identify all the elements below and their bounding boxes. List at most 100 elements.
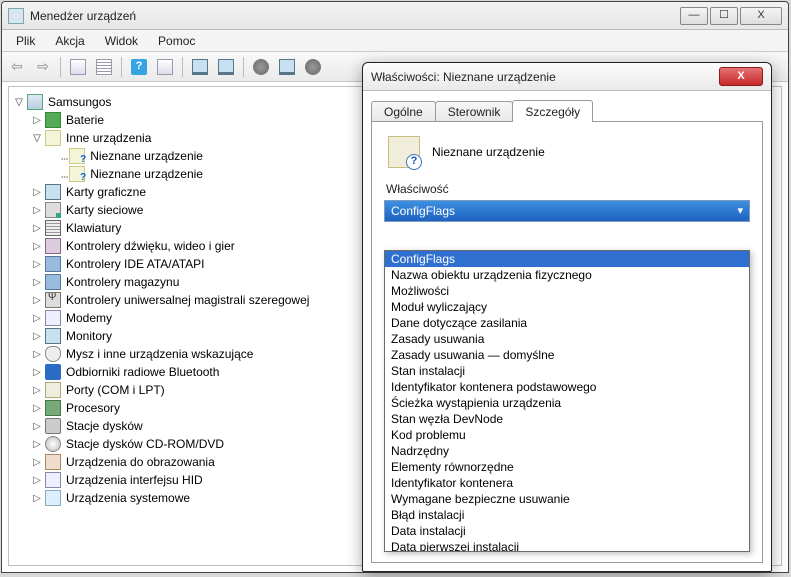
unk-icon <box>69 148 85 164</box>
tree-item-label: Mysz i inne urządzenia wskazujące <box>65 347 253 361</box>
tool-button-2[interactable] <box>302 56 324 78</box>
tab-driver[interactable]: Sterownik <box>435 101 514 122</box>
separator <box>121 57 122 77</box>
tree-item-label: Kontrolery uniwersalnej magistrali szere… <box>65 293 309 307</box>
tree-item-label: Kontrolery dźwięku, wideo i gier <box>65 239 235 253</box>
dropdown-option[interactable]: Kod problemu <box>385 427 749 443</box>
dropdown-option[interactable]: Stan węzła DevNode <box>385 411 749 427</box>
uninstall-button[interactable] <box>276 56 298 78</box>
usb-icon <box>45 292 61 308</box>
dropdown-option[interactable]: Data instalacji <box>385 523 749 539</box>
maximize-button[interactable]: ☐ <box>710 7 738 25</box>
property-combobox[interactable]: ConfigFlags <box>384 200 750 222</box>
expander-icon[interactable] <box>31 475 43 486</box>
expander-icon[interactable] <box>31 259 43 270</box>
menu-view[interactable]: Widok <box>95 32 148 50</box>
dropdown-option[interactable]: Stan instalacji <box>385 363 749 379</box>
tree-item-label: Monitory <box>65 329 112 343</box>
menu-action[interactable]: Akcja <box>45 32 94 50</box>
expander-icon[interactable] <box>31 367 43 378</box>
minimize-button[interactable]: — <box>680 7 708 25</box>
expander-icon[interactable] <box>31 313 43 324</box>
tool-button-1[interactable] <box>250 56 272 78</box>
cpu-icon <box>45 400 61 416</box>
expander-icon[interactable] <box>31 439 43 450</box>
sys-icon <box>45 490 61 506</box>
menu-help[interactable]: Pomoc <box>148 32 205 50</box>
expander-icon[interactable] <box>31 493 43 504</box>
help-button[interactable]: ? <box>128 56 150 78</box>
expander-icon[interactable] <box>31 421 43 432</box>
action-button[interactable] <box>154 56 176 78</box>
stor-icon <box>45 274 61 290</box>
separator <box>60 57 61 77</box>
dropdown-option[interactable]: Data pierwszej instalacji <box>385 539 749 552</box>
property-dropdown-list[interactable]: ConfigFlagsNazwa obiektu urządzenia fizy… <box>384 250 750 552</box>
show-hide-tree-button[interactable] <box>67 56 89 78</box>
expander-icon[interactable] <box>31 187 43 198</box>
tree-item-label: Nieznane urządzenie <box>89 149 203 163</box>
modem-icon <box>45 310 61 326</box>
cd-icon <box>45 436 61 452</box>
tree-item-label: Kontrolery IDE ATA/ATAPI <box>65 257 205 271</box>
disp-icon <box>45 328 61 344</box>
expander-icon[interactable] <box>31 277 43 288</box>
separator <box>182 57 183 77</box>
back-button[interactable] <box>6 56 28 78</box>
dropdown-option[interactable]: Możliwości <box>385 283 749 299</box>
tree-item-label: Baterie <box>65 113 104 127</box>
close-button[interactable]: X <box>740 7 782 25</box>
dropdown-option[interactable]: Błąd instalacji <box>385 507 749 523</box>
tree-item-label: Karty graficzne <box>65 185 146 199</box>
dropdown-option[interactable]: Identyfikator kontenera podstawowego <box>385 379 749 395</box>
dropdown-option[interactable]: Zasady usuwania <box>385 331 749 347</box>
forward-button[interactable] <box>32 56 54 78</box>
expander-icon[interactable] <box>31 295 43 306</box>
dropdown-option[interactable]: Dane dotyczące zasilania <box>385 315 749 331</box>
dropdown-option[interactable]: Wymagane bezpieczne usuwanie <box>385 491 749 507</box>
unk-icon <box>69 166 85 182</box>
dialog-body: Ogólne Sterownik Szczegóły Nieznane urzą… <box>371 99 763 563</box>
expander-icon[interactable] <box>31 133 43 144</box>
expander-icon[interactable] <box>31 115 43 126</box>
menu-file[interactable]: Plik <box>6 32 45 50</box>
tab-details[interactable]: Szczegóły <box>512 100 593 122</box>
update-driver-button[interactable] <box>215 56 237 78</box>
expander-icon[interactable] <box>31 331 43 342</box>
dropdown-option[interactable]: Moduł wyliczający <box>385 299 749 315</box>
tree-item-label: Klawiatury <box>65 221 121 235</box>
dropdown-option[interactable]: Ścieżka wystąpienia urządzenia <box>385 395 749 411</box>
hdd-icon <box>45 418 61 434</box>
expander-icon[interactable] <box>31 349 43 360</box>
dropdown-option[interactable]: Elementy równorzędne <box>385 459 749 475</box>
expander-icon[interactable] <box>31 241 43 252</box>
scan-hardware-button[interactable] <box>189 56 211 78</box>
dialog-close-button[interactable]: X <box>719 67 763 86</box>
snd-icon <box>45 238 61 254</box>
expander-icon[interactable] <box>31 205 43 216</box>
dropdown-option[interactable]: Nazwa obiektu urządzenia fizycznego <box>385 267 749 283</box>
tab-general[interactable]: Ogólne <box>371 101 436 122</box>
properties-button[interactable] <box>93 56 115 78</box>
expander-icon[interactable] <box>31 403 43 414</box>
tab-panel-details: Nieznane urządzenie Właściwość ConfigFla… <box>371 121 763 563</box>
tree-item-label: Modemy <box>65 311 112 325</box>
dialog-titlebar[interactable]: Właściwości: Nieznane urządzenie X <box>363 63 771 91</box>
expander-icon[interactable] <box>31 223 43 234</box>
app-icon <box>8 8 24 24</box>
tree-item-label: Stacje dysków <box>65 419 143 433</box>
tree-item-label: Urządzenia do obrazowania <box>65 455 215 469</box>
dropdown-option[interactable]: Zasady usuwania — domyślne <box>385 347 749 363</box>
expander-icon[interactable] <box>31 385 43 396</box>
expander-icon[interactable] <box>13 97 25 108</box>
dropdown-option[interactable]: Identyfikator kontenera <box>385 475 749 491</box>
dropdown-option[interactable]: ConfigFlags <box>385 251 749 267</box>
dropdown-option[interactable]: Nadrzędny <box>385 443 749 459</box>
properties-dialog: Właściwości: Nieznane urządzenie X Ogóln… <box>362 62 772 572</box>
expander-icon[interactable] <box>31 457 43 468</box>
separator <box>243 57 244 77</box>
tree-item-label: Stacje dysków CD-ROM/DVD <box>65 437 224 451</box>
tree-item-label: Samsungos <box>47 95 111 109</box>
pc-icon <box>27 94 43 110</box>
titlebar[interactable]: Menedżer urządzeń — ☐ X <box>2 2 788 30</box>
